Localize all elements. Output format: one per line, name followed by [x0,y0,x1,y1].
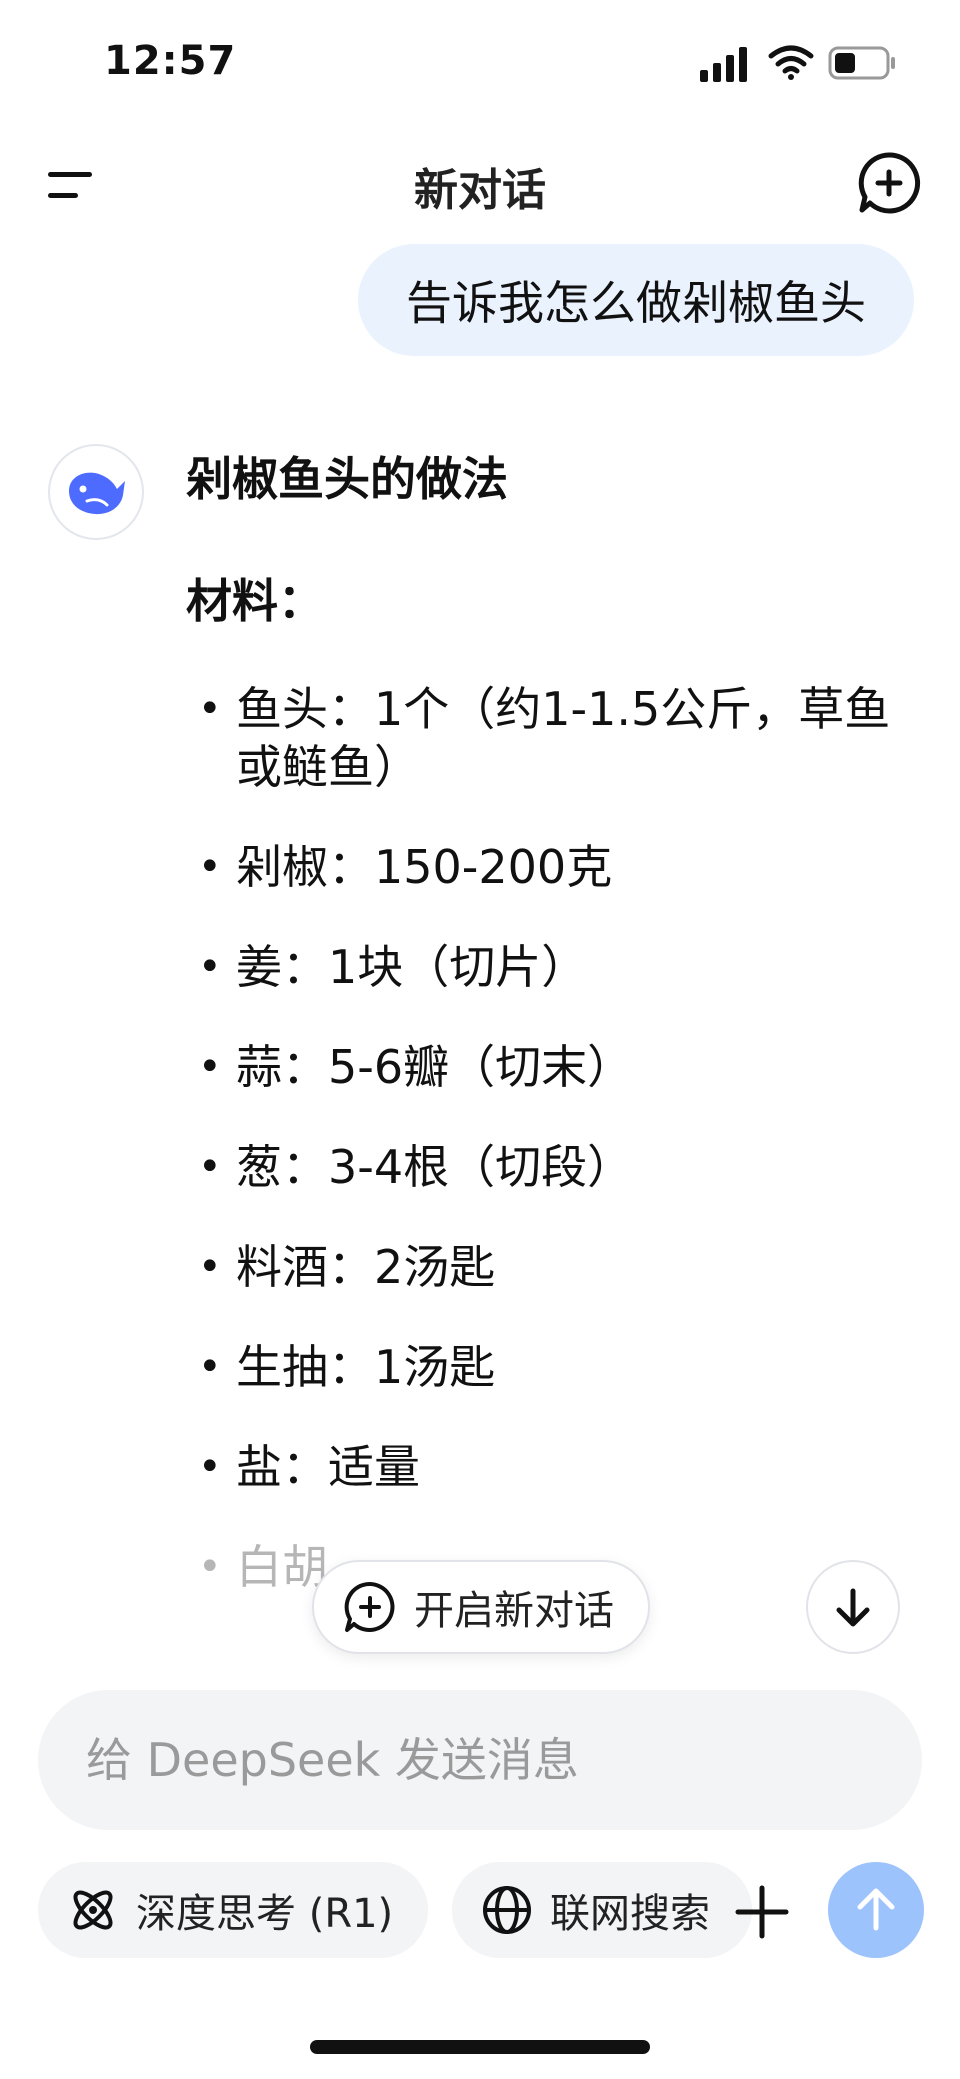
web-search-label: 联网搜索 [550,1891,710,1937]
deepseek-avatar [48,444,144,540]
attach-button[interactable] [722,1872,802,1952]
bullet-icon: • [198,1244,222,1290]
ingredient-list: • 鱼头：1个（约1-1.5公斤，草鱼或鲢鱼） • 剁椒：150-200克 • 姜：1… [186,680,906,1596]
list-item: • 剁椒：150-200克 [186,838,906,896]
bullet-icon: • [198,1444,222,1490]
ingredient-text: 盐：适量 [236,1440,420,1494]
bullet-icon: • [198,844,222,890]
list-item: • 鱼头：1个（约1-1.5公斤，草鱼或鲢鱼） [186,680,906,796]
bullet-icon: • [198,686,222,732]
new-chat-label: 开启新对话 [414,1588,614,1634]
battery-icon [828,46,895,80]
bullet-icon: • [198,1544,222,1590]
bullet-icon: • [198,1344,222,1390]
scroll-down-button[interactable] [806,1560,900,1654]
bullet-icon: • [198,1144,222,1190]
bullet-icon: • [198,944,222,990]
message-input-container[interactable] [38,1690,922,1830]
ingredient-text: 白胡 [236,1540,328,1594]
user-message-bubble: 告诉我怎么做剁椒鱼头 [358,244,914,356]
status-time: 12:57 [104,38,237,84]
web-search-toggle[interactable]: 联网搜索 [452,1862,752,1958]
list-item: • 姜：1块（切片） [186,938,906,996]
plus-icon [735,1885,789,1939]
list-item: • 葱：3-4根（切段） [186,1138,906,1196]
ingredient-text: 生抽：1汤匙 [236,1340,496,1394]
deep-think-toggle[interactable]: 深度思考 (R1) [38,1862,428,1958]
atom-icon [73,1890,113,1930]
assistant-response: 剁椒鱼头的做法 材料： • 鱼头：1个（约1-1.5公斤，草鱼或鲢鱼） • 剁椒：1… [186,440,906,1638]
ingredient-text: 蒜：5-6瓣（切末） [236,1040,634,1094]
list-item: • 生抽：1汤匙 [186,1338,906,1396]
new-chat-button[interactable]: 开启新对话 [312,1560,650,1654]
list-item: • 蒜：5-6瓣（切末） [186,1038,906,1096]
answer-title: 剁椒鱼头的做法 [186,452,508,506]
list-item: • 盐：适量 [186,1438,906,1496]
globe-icon [483,1886,531,1934]
section-label: 材料： [186,574,324,628]
new-chat-icon[interactable] [856,150,922,216]
ingredient-text: 料酒：2汤匙 [236,1240,496,1294]
ingredient-text: 姜：1块（切片） [236,940,588,994]
bullet-icon: • [198,1044,222,1090]
deep-think-label: 深度思考 (R1) [136,1891,394,1937]
new-chat-icon [344,1581,395,1632]
send-button[interactable] [828,1862,924,1958]
message-input[interactable] [86,1733,922,1787]
wifi-icon [768,45,814,80]
cellular-signal-icon [700,47,747,82]
list-item: • 料酒：2汤匙 [186,1238,906,1296]
app-header: 新对话 [0,130,960,240]
status-bar: 12:57 [0,0,960,130]
ingredient-text: 剁椒：150-200克 [236,840,613,894]
ingredient-text: 鱼头：1个（约1-1.5公斤，草鱼或鲢鱼） [236,682,891,794]
arrow-up-icon [857,1888,895,1931]
home-indicator [310,2040,650,2054]
page-title: 新对话 [414,165,546,216]
ingredient-text: 葱：3-4根（切段） [236,1140,634,1194]
arrow-down-icon [836,1588,870,1627]
whale-logo-icon [69,472,125,515]
